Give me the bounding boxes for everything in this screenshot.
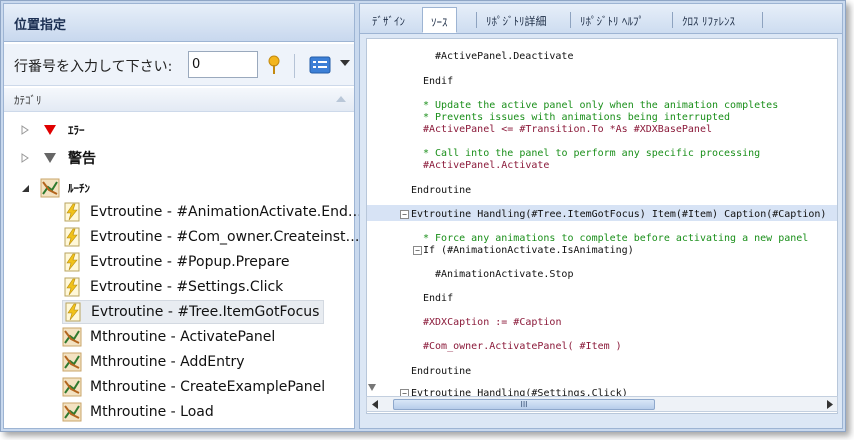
tab-design[interactable]: ﾃﾞｻﾞｲﾝ (364, 7, 413, 33)
tree-node-warnings[interactable]: 警告 (20, 146, 96, 170)
tree-item-routine[interactable]: Mthroutine - AddEntry (62, 350, 249, 374)
tree-item-routine[interactable]: Evtroutine - #Tree.ItemGotFocus (62, 300, 325, 324)
tree-item-label: Evtroutine - #AnimationActivate.End… (90, 204, 362, 220)
fold-toggle-icon[interactable]: − (400, 210, 409, 219)
event-lightning-icon (64, 202, 80, 222)
tab-source[interactable]: ｿｰｽ (422, 7, 457, 33)
code-line: Endif (423, 293, 454, 304)
tree-label-errors: ｴﾗｰ (68, 124, 85, 137)
horizontal-scrollbar[interactable]: III (366, 396, 838, 412)
tree-item-label: Evtroutine - #Com_owner.Createinst… (90, 229, 360, 245)
list-view-icon[interactable] (309, 56, 331, 74)
code-line: #ActivePanel.Deactivate (435, 51, 574, 62)
tree-node-errors[interactable]: ｴﾗｰ (20, 118, 85, 142)
source-editor[interactable]: #ActivePanel.Deactivate Endif * Update the… (366, 38, 838, 414)
method-routine-icon (62, 352, 82, 372)
goto-panel: 位置指定 行番号を入力して下さい: ｶﾃｺﾞﾘ (3, 3, 362, 429)
event-lightning-icon (64, 227, 80, 247)
scroll-right-icon[interactable] (825, 400, 834, 409)
panel-title: 位置指定 (4, 4, 354, 42)
goto-line-label: 行番号を入力して下さい: (14, 59, 173, 75)
tree-item-routine[interactable]: Evtroutine - #Popup.Prepare (62, 250, 293, 274)
tree-item-routine[interactable]: Mthroutine - ActivatePanel (62, 325, 279, 349)
scroll-thumb[interactable]: III (393, 399, 655, 410)
fold-toggle-icon[interactable]: − (413, 246, 422, 255)
fold-marker-icon (368, 384, 376, 391)
tree-label-routines: ﾙｰﾁﾝ (68, 182, 90, 195)
tree-item-label: Evtroutine - #Settings.Click (90, 279, 284, 295)
routine-icon (40, 178, 60, 198)
tree-item-label: Mthroutine - ActivatePanel (90, 329, 276, 345)
line-number-input[interactable] (188, 51, 258, 78)
dropdown-arrow-icon[interactable] (340, 60, 350, 68)
tab-separator (476, 12, 477, 28)
tree-node-routines[interactable]: ﾙｰﾁﾝ (20, 176, 90, 200)
collapse-arrow-icon[interactable] (20, 183, 30, 193)
code-line: Endroutine (411, 185, 472, 196)
code-line: Endroutine (411, 366, 472, 377)
category-column-header[interactable]: ｶﾃｺﾞﾘ (4, 88, 354, 112)
method-routine-icon (62, 327, 82, 347)
method-routine-icon (62, 402, 82, 422)
tree-item-routine[interactable]: Mthroutine - Load (62, 400, 218, 424)
tab-repository-details[interactable]: ﾘﾎﾟｼﾞﾄﾘ詳細 (478, 7, 555, 33)
tab-cross-reference[interactable]: ｸﾛｽ ﾘﾌｧﾚﾝｽ (674, 7, 743, 33)
code-line: Evtroutine Handling(#Tree.ItemGotFocus) … (411, 209, 827, 220)
toolbar-separator (294, 54, 295, 78)
editor-panel: ﾃﾞｻﾞｲﾝ ｿｰｽ ﾘﾎﾟｼﾞﾄﾘ詳細 ﾘﾎﾟｼﾞﾄﾘ ﾍﾙﾌﾟ ｸﾛｽ ﾘﾌ… (359, 3, 843, 429)
event-lightning-icon (64, 277, 80, 297)
error-triangle-icon (44, 125, 56, 135)
warning-triangle-icon (44, 153, 56, 163)
tab-separator (672, 12, 673, 28)
tree-item-label: Mthroutine - CreateExamplePanel (90, 379, 326, 395)
tree-item-routine[interactable]: Mthroutine - CreateExamplePanel (62, 375, 329, 399)
tree-label-warnings: 警告 (68, 151, 96, 167)
sort-up-icon (336, 96, 346, 102)
tree-item-routine[interactable]: Evtroutine - #Com_owner.Createinst… (62, 225, 364, 249)
code-line: #ActivePanel <= #Transition.To *As #XDXB… (423, 124, 712, 135)
tree-item-label: Mthroutine - Load (90, 404, 214, 420)
tree-item-routine[interactable]: Evtroutine - #AnimationActivate.End… (62, 200, 366, 224)
code-line: Endif (423, 76, 454, 87)
code-line: If (#AnimationActivate.IsAnimating) (423, 245, 634, 256)
tree-item-routine[interactable]: Evtroutine - #Settings.Click (62, 275, 287, 299)
pushpin-icon[interactable] (266, 55, 282, 75)
event-lightning-icon (65, 302, 81, 322)
code-line: #XDXCaption := #Caption (423, 317, 562, 328)
method-routine-icon (62, 377, 82, 397)
goto-toolbar: 行番号を入力して下さい: (4, 44, 354, 86)
scroll-left-icon[interactable] (371, 400, 380, 409)
expand-arrow-icon[interactable] (20, 153, 30, 163)
tab-repository-help[interactable]: ﾘﾎﾟｼﾞﾄﾘ ﾍﾙﾌﾟ (572, 7, 652, 33)
tab-separator (570, 12, 571, 28)
tree-item-label: Evtroutine - #Popup.Prepare (90, 254, 290, 270)
expand-arrow-icon[interactable] (20, 125, 30, 135)
event-lightning-icon (64, 252, 80, 272)
category-header-label: ｶﾃｺﾞﾘ (14, 94, 42, 107)
code-line: #AnimationActivate.Stop (435, 269, 574, 280)
code-line: #ActivePanel.Activate (423, 160, 550, 171)
tab-bar: ﾃﾞｻﾞｲﾝ ｿｰｽ ﾘﾎﾟｼﾞﾄﾘ詳細 ﾘﾎﾟｼﾞﾄﾘ ﾍﾙﾌﾟ ｸﾛｽ ﾘﾌ… (360, 4, 842, 34)
window-frame: 位置指定 行番号を入力して下さい: ｶﾃｺﾞﾘ (0, 0, 846, 432)
tree-item-label: Mthroutine - AddEntry (90, 354, 245, 370)
code-line: #Com_owner.ActivatePanel( #Item ) (423, 341, 622, 352)
tree-item-label: Evtroutine - #Tree.ItemGotFocus (91, 304, 320, 320)
tab-separator (762, 12, 763, 28)
